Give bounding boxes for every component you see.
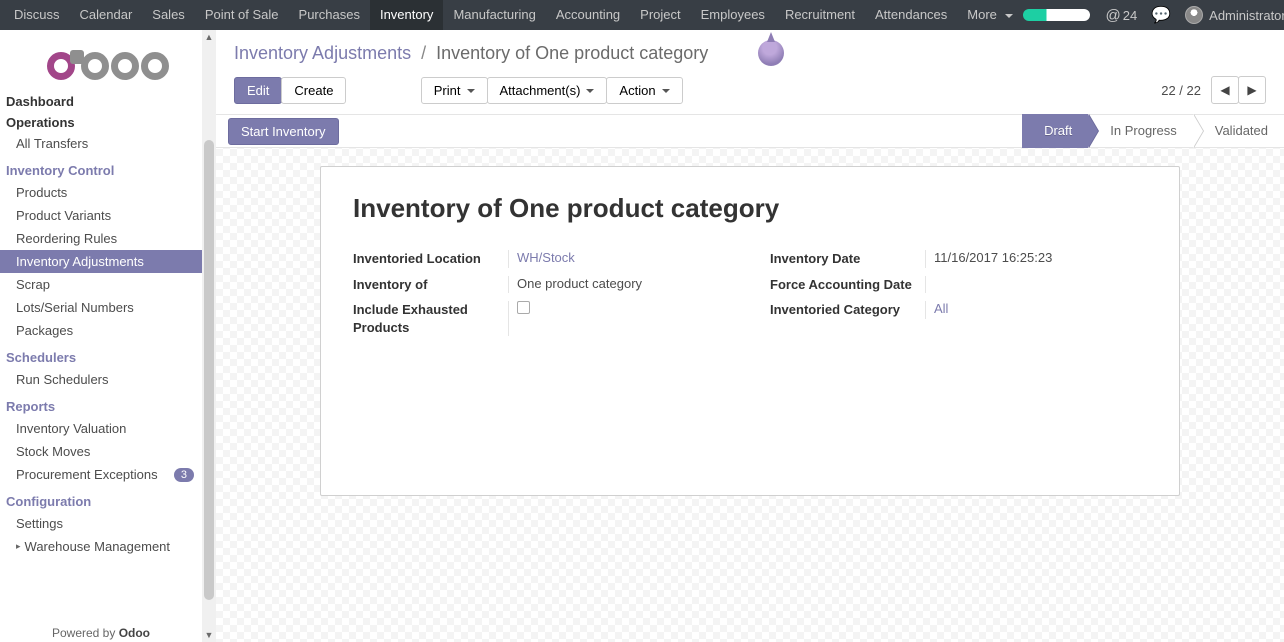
value-inventory-of: One product category [508, 276, 730, 294]
action-button[interactable]: Action [606, 77, 682, 104]
messages-indicator[interactable]: @ 24 [1106, 7, 1138, 24]
exhausted-checkbox[interactable] [517, 301, 530, 314]
pager-prev-button[interactable]: ◀ [1211, 76, 1239, 104]
sidebar-item-packages[interactable]: Packages [0, 319, 216, 342]
sidebar-item-lots-serial-numbers[interactable]: Lots/Serial Numbers [0, 296, 216, 319]
sidebar-footer: Powered by Odoo [0, 624, 202, 642]
chat-icon[interactable]: 💬 [1151, 5, 1171, 25]
user-name: Administrator [1209, 8, 1284, 23]
chevron-down-icon [586, 89, 594, 93]
nav-recruitment[interactable]: Recruitment [775, 0, 865, 30]
sidebar-group-inventory-control: Inventory Control [0, 155, 216, 181]
breadcrumb-current: Inventory of One product category [436, 43, 708, 64]
sidebar-item-all-transfers[interactable]: All Transfers [0, 132, 216, 155]
scroll-thumb[interactable] [204, 140, 214, 600]
sidebar-item-product-variants[interactable]: Product Variants [0, 204, 216, 227]
create-button[interactable]: Create [281, 77, 346, 104]
label-inventory-of: Inventory of [353, 276, 508, 294]
breadcrumb: Inventory Adjustments / Inventory of One… [234, 40, 1266, 66]
sidebar-item-run-schedulers[interactable]: Run Schedulers [0, 368, 216, 391]
sidebar-scrollbar[interactable]: ▲ ▼ [202, 30, 216, 642]
label-category: Inventoried Category [770, 301, 925, 319]
nav-discuss[interactable]: Discuss [4, 0, 70, 30]
page-title: Inventory of One product category [353, 193, 1147, 224]
trial-progress[interactable] [1023, 9, 1090, 21]
sidebar-item-reordering-rules[interactable]: Reordering Rules [0, 227, 216, 250]
sidebar-item-scrap[interactable]: Scrap [0, 273, 216, 296]
nav-calendar[interactable]: Calendar [70, 0, 143, 30]
sidebar-group-schedulers: Schedulers [0, 342, 216, 368]
value-category[interactable]: All [934, 301, 948, 316]
nav-accounting[interactable]: Accounting [546, 0, 630, 30]
nav-attendances[interactable]: Attendances [865, 0, 957, 30]
nav-point-of-sale[interactable]: Point of Sale [195, 0, 289, 30]
sidebar-group-configuration: Configuration [0, 486, 216, 512]
messages-count: 24 [1123, 8, 1137, 23]
scroll-up-icon[interactable]: ▲ [202, 32, 216, 42]
sidebar-group-reports: Reports [0, 391, 216, 417]
stage-draft[interactable]: Draft [1022, 114, 1088, 148]
chevron-down-icon [662, 89, 670, 93]
sidebar-item-inventory-valuation[interactable]: Inventory Valuation [0, 417, 216, 440]
sidebar-item-warehouse-management[interactable]: Warehouse Management [0, 535, 216, 558]
logo[interactable] [0, 40, 216, 90]
nav-more[interactable]: More [957, 0, 1022, 30]
pager-next-button[interactable]: ▶ [1238, 76, 1266, 104]
stage-in-progress[interactable]: In Progress [1088, 114, 1192, 148]
value-location[interactable]: WH/Stock [517, 250, 575, 265]
value-date: 11/16/2017 16:25:23 [925, 250, 1147, 268]
label-date: Inventory Date [770, 250, 925, 268]
attachments-button[interactable]: Attachment(s) [487, 77, 608, 104]
edit-button[interactable]: Edit [234, 77, 282, 104]
sidebar-item-stock-moves[interactable]: Stock Moves [0, 440, 216, 463]
chevron-down-icon [1005, 14, 1013, 18]
sidebar-header-dashboard[interactable]: Dashboard [0, 90, 216, 111]
sidebar: Dashboard Operations All Transfers Inven… [0, 30, 216, 642]
breadcrumb-parent[interactable]: Inventory Adjustments [234, 43, 411, 64]
print-button[interactable]: Print [421, 77, 488, 104]
sidebar-header-operations: Operations [0, 111, 216, 132]
sidebar-item-products[interactable]: Products [0, 181, 216, 204]
label-location: Inventoried Location [353, 250, 508, 268]
nav-inventory[interactable]: Inventory [370, 0, 443, 30]
stage-validated[interactable]: Validated [1193, 114, 1284, 148]
sidebar-item-inventory-adjustments[interactable]: Inventory Adjustments [0, 250, 216, 273]
user-menu[interactable]: Administrator [1185, 6, 1284, 24]
at-icon: @ [1106, 7, 1121, 24]
droplet-icon [758, 40, 784, 66]
avatar-icon [1185, 6, 1203, 24]
sidebar-item-settings[interactable]: Settings [0, 512, 216, 535]
nav-sales[interactable]: Sales [142, 0, 195, 30]
nav-purchases[interactable]: Purchases [289, 0, 370, 30]
chevron-down-icon [467, 89, 475, 93]
nav-manufacturing[interactable]: Manufacturing [443, 0, 545, 30]
form-sheet: Inventory of One product category Invent… [320, 166, 1180, 496]
badge: 3 [174, 468, 194, 482]
label-exhausted: Include Exhausted Products [353, 301, 508, 336]
scroll-down-icon[interactable]: ▼ [202, 630, 216, 640]
pager-text: 22 / 22 [1161, 83, 1201, 98]
nav-employees[interactable]: Employees [691, 0, 775, 30]
value-force-date [925, 276, 1147, 294]
label-force-date: Force Accounting Date [770, 276, 925, 294]
nav-project[interactable]: Project [630, 0, 690, 30]
sidebar-item-procurement-exceptions[interactable]: Procurement Exceptions3 [0, 463, 216, 486]
breadcrumb-sep: / [421, 43, 426, 64]
start-inventory-button[interactable]: Start Inventory [228, 118, 339, 145]
top-nav: DiscussCalendarSalesPoint of SalePurchas… [0, 0, 1284, 30]
